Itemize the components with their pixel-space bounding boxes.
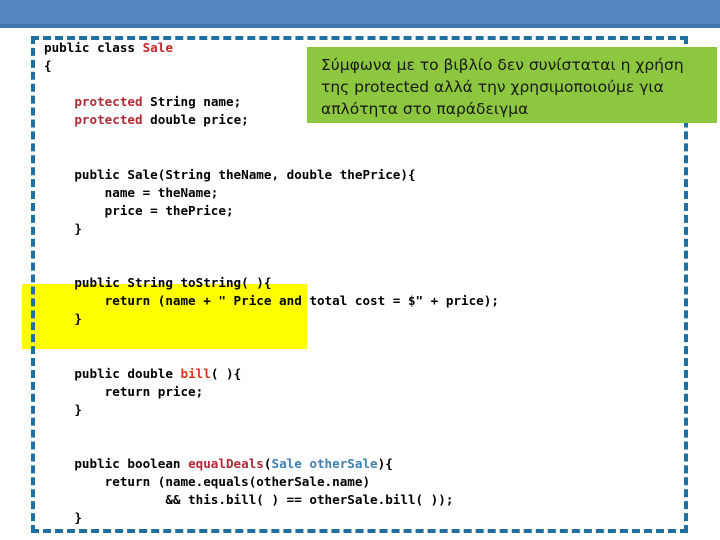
- top-banner-bar: [0, 0, 720, 24]
- greek-annotation-callout: Σύμφωνα με το βιβλίο δεν συνίσταται η χρ…: [307, 47, 717, 123]
- code-token: double price;: [142, 112, 249, 128]
- code-token: {: [44, 58, 52, 74]
- top-banner-shadow: [0, 24, 720, 28]
- code-token: public String toString( ){: [44, 275, 272, 291]
- code-token: }: [44, 311, 82, 327]
- code-token: }: [44, 510, 82, 526]
- code-line: public double bill( ){: [44, 365, 684, 383]
- code-line: return (name + " Price and total cost = …: [44, 292, 684, 310]
- code-line: && this.bill( ) == otherSale.bill( ));: [44, 491, 684, 509]
- code-token: ( ){: [210, 365, 242, 381]
- code-token: return (name + " Price and total cost = …: [44, 293, 499, 309]
- code-token: ){: [377, 456, 393, 472]
- code-line: name = theName;: [44, 184, 684, 202]
- code-token: price = thePrice;: [44, 202, 234, 218]
- code-token: }: [44, 401, 82, 417]
- code-token: public double: [44, 365, 181, 381]
- code-token: public boolean: [44, 456, 189, 472]
- code-token: String name;: [142, 94, 242, 110]
- code-line: public Sale(String theName, double thePr…: [44, 166, 684, 184]
- code-token: protected: [74, 112, 143, 128]
- callout-line-1: Σύμφωνα με το βιβλίο δεν συνίσταται η χρ…: [321, 56, 684, 74]
- code-line: public String toString( ){: [44, 274, 684, 292]
- code-token: Sale otherSale: [271, 456, 378, 472]
- code-token: return price;: [44, 383, 204, 399]
- callout-line-2: της protected αλλά την χρησιμοποιούμε γι…: [321, 78, 664, 96]
- callout-line-3: απλότητα στο παράδειγμα: [321, 100, 529, 118]
- code-line: }: [44, 220, 684, 238]
- code-token: Sale: [142, 40, 173, 55]
- code-token: }: [44, 220, 82, 236]
- code-token: protected: [74, 94, 143, 110]
- code-line: price = thePrice;: [44, 202, 684, 220]
- code-token: name = theName;: [44, 184, 219, 200]
- code-token: public Sale(String theName, double thePr…: [44, 166, 416, 182]
- code-token: equalDeals: [188, 456, 264, 472]
- code-line: return (name.equals(otherSale.name): [44, 473, 684, 491]
- code-line: }: [44, 401, 684, 419]
- code-token: bill: [180, 365, 211, 381]
- code-line: }: [44, 509, 684, 527]
- code-line: public boolean equalDeals(Sale otherSale…: [44, 455, 684, 473]
- slide-canvas: public class Sale { protected String name…: [0, 0, 720, 540]
- code-line: }: [44, 310, 684, 328]
- code-token: return (name.equals(otherSale.name): [44, 474, 371, 490]
- code-token: public class: [44, 40, 143, 55]
- code-token: && this.bill( ) == otherSale.bill( ));: [44, 492, 454, 508]
- code-line: return price;: [44, 383, 684, 401]
